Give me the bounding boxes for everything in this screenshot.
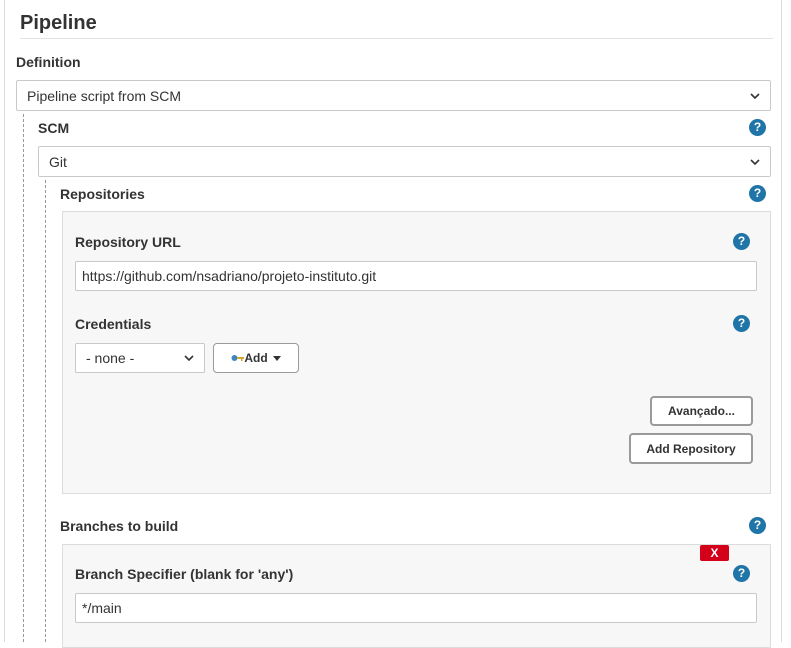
git-guide-line	[45, 180, 46, 642]
help-icon[interactable]: ?	[733, 315, 750, 332]
scm-guide-line	[23, 114, 24, 642]
chevron-down-icon	[750, 92, 760, 99]
pipeline-panel: Pipeline Definition Pipeline script from…	[4, 0, 782, 648]
key-icon	[231, 355, 245, 361]
branch-specifier-label: Branch Specifier (blank for 'any')	[75, 566, 294, 582]
caret-down-icon	[272, 355, 281, 361]
help-icon[interactable]: ?	[749, 517, 766, 534]
scm-selected-value: Git	[49, 153, 67, 170]
advanced-button[interactable]: Avançado...	[650, 396, 753, 426]
delete-branch-button[interactable]: X	[700, 545, 729, 561]
branches-label: Branches to build	[60, 518, 179, 534]
help-icon[interactable]: ?	[733, 233, 750, 250]
help-icon[interactable]: ?	[749, 119, 766, 136]
add-credentials-button[interactable]: Add	[213, 343, 299, 373]
add-repository-button[interactable]: Add Repository	[629, 433, 753, 464]
credentials-label: Credentials	[75, 316, 152, 332]
definition-select[interactable]: Pipeline script from SCM	[16, 80, 771, 111]
scm-select[interactable]: Git	[38, 146, 771, 177]
title-divider	[20, 38, 773, 39]
branch-specifier-input[interactable]: */main	[75, 593, 757, 623]
credentials-select[interactable]: - none -	[75, 343, 205, 373]
definition-label: Definition	[16, 54, 81, 70]
chevron-down-icon	[184, 355, 194, 362]
definition-selected-value: Pipeline script from SCM	[27, 87, 182, 104]
repositories-label: Repositories	[60, 186, 145, 202]
help-icon[interactable]: ?	[733, 565, 750, 582]
repository-url-input[interactable]: https://github.com/nsadriano/projeto-ins…	[75, 261, 757, 291]
repository-url-label: Repository URL	[75, 234, 181, 250]
page-title: Pipeline	[20, 12, 97, 34]
chevron-down-icon	[750, 158, 760, 165]
scm-label: SCM	[38, 120, 70, 136]
credentials-selected-value: - none -	[86, 350, 135, 366]
help-icon[interactable]: ?	[749, 185, 766, 202]
